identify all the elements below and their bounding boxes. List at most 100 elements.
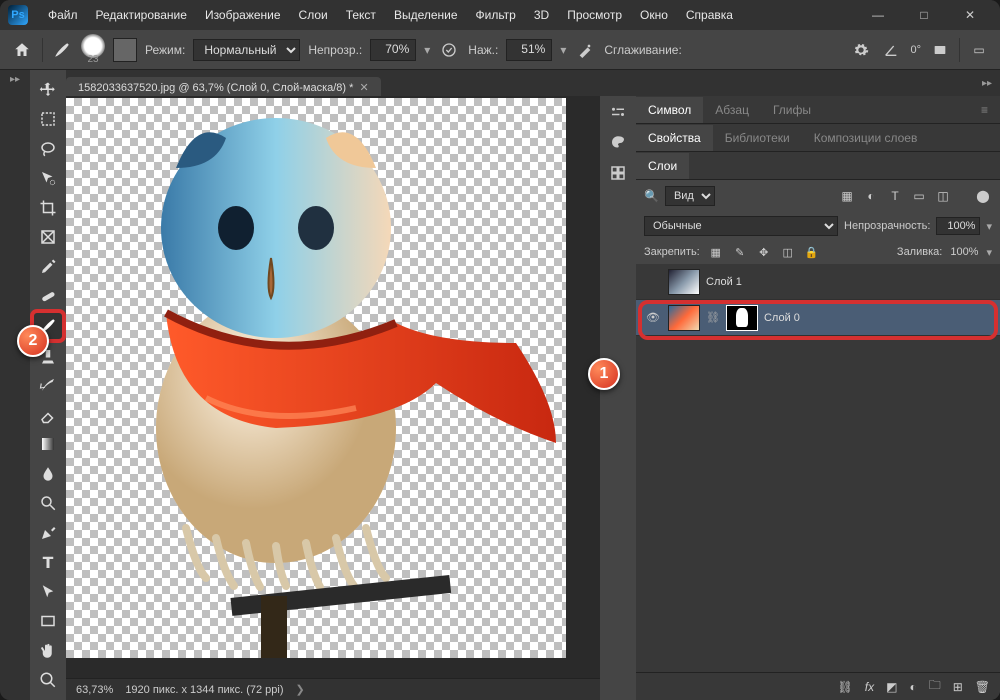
canvas-viewport[interactable] xyxy=(66,96,600,678)
menu-file[interactable]: Файл xyxy=(40,4,86,26)
maximize-button[interactable]: □ xyxy=(902,1,946,29)
swatches-icon[interactable] xyxy=(609,134,627,152)
filter-adjust-icon[interactable]: ◐ xyxy=(862,187,880,205)
collapse-right-icon[interactable]: ▸▸ xyxy=(982,78,992,89)
brush-panel-icon[interactable] xyxy=(113,38,137,62)
crop-tool[interactable] xyxy=(33,194,63,222)
type-tool[interactable] xyxy=(33,549,63,577)
brush-tool-preset-icon[interactable] xyxy=(51,39,73,61)
adjustments-icon[interactable] xyxy=(609,104,627,122)
angle-value[interactable]: 0° xyxy=(910,44,921,56)
history-brush-tool[interactable] xyxy=(33,371,63,399)
filter-shape-icon[interactable]: ▭ xyxy=(910,187,928,205)
menu-filter[interactable]: Фильтр xyxy=(468,4,524,26)
menu-image[interactable]: Изображение xyxy=(197,4,289,26)
gradient-tool[interactable] xyxy=(33,430,63,458)
new-layer-icon[interactable]: ⊞ xyxy=(953,680,963,694)
document-tab[interactable]: 1582033637520.jpg @ 63,7% (Слой 0, Слой-… xyxy=(66,77,381,96)
home-icon[interactable] xyxy=(10,38,34,62)
workspace-icon[interactable]: ▭ xyxy=(968,39,990,61)
lock-pixels-icon[interactable]: ▦ xyxy=(708,244,724,260)
move-tool[interactable] xyxy=(33,76,63,104)
pen-tool[interactable] xyxy=(33,519,63,547)
minimize-button[interactable]: — xyxy=(856,1,900,29)
dodge-tool[interactable] xyxy=(33,489,63,517)
blur-tool[interactable] xyxy=(33,460,63,488)
fill-value[interactable]: 100% xyxy=(950,246,978,258)
tab-libraries[interactable]: Библиотеки xyxy=(713,125,802,151)
menu-window[interactable]: Окно xyxy=(632,4,676,26)
opacity-value[interactable]: 70% xyxy=(370,39,416,61)
status-bar: 63,73% 1920 пикс. x 1344 пикс. (72 ppi) … xyxy=(66,678,600,700)
lasso-tool[interactable] xyxy=(33,135,63,163)
menu-view[interactable]: Просмотр xyxy=(559,4,630,26)
blend-mode-select[interactable]: Нормальный xyxy=(193,39,300,61)
close-button[interactable]: ✕ xyxy=(948,1,992,29)
lock-position-icon[interactable]: ✥ xyxy=(756,244,772,260)
layer-opacity-value[interactable]: 100% xyxy=(936,217,980,235)
canvas[interactable] xyxy=(66,98,566,658)
lock-all-icon[interactable]: 🔒 xyxy=(804,244,820,260)
mask-link-icon[interactable]: ⛓ xyxy=(706,311,720,324)
airbrush-icon[interactable] xyxy=(574,39,596,61)
frame-tool[interactable] xyxy=(33,224,63,252)
layer-thumbnail[interactable] xyxy=(668,269,700,295)
tab-close-icon[interactable]: ✕ xyxy=(359,81,368,94)
grid-icon[interactable] xyxy=(609,164,627,182)
tab-layers[interactable]: Слои xyxy=(636,153,689,179)
layer-row[interactable]: 👁 ⛓ Слой 0 xyxy=(636,300,1000,336)
adjustment-layer-icon[interactable]: ◐ xyxy=(909,680,916,694)
hand-tool[interactable] xyxy=(33,637,63,665)
statusbar-chevron-icon[interactable]: ❯ xyxy=(296,683,305,696)
lock-artboard-icon[interactable]: ◫ xyxy=(780,244,796,260)
panel-menu-icon[interactable]: ≡ xyxy=(969,97,1000,123)
layer-row[interactable]: Слой 1 xyxy=(636,264,1000,300)
rectangle-tool[interactable] xyxy=(33,608,63,636)
opacity-chevron-icon[interactable]: ▾ xyxy=(424,43,430,57)
pressure-opacity-icon[interactable] xyxy=(438,39,460,61)
gear-icon[interactable] xyxy=(850,39,872,61)
flow-value[interactable]: 51% xyxy=(506,39,552,61)
delete-layer-icon[interactable]: 🗑 xyxy=(975,680,990,694)
marquee-tool[interactable] xyxy=(33,106,63,134)
eyedropper-tool[interactable] xyxy=(33,253,63,281)
menu-edit[interactable]: Редактирование xyxy=(88,4,195,26)
tab-properties[interactable]: Свойства xyxy=(636,125,713,151)
blend-mode-layer-select[interactable]: Обычные xyxy=(644,216,838,236)
fx-icon[interactable]: fx xyxy=(865,680,874,694)
layer-name[interactable]: Слой 1 xyxy=(706,276,742,288)
filter-type-icon[interactable]: T xyxy=(886,187,904,205)
tab-paragraph[interactable]: Абзац xyxy=(703,97,761,123)
path-select-tool[interactable] xyxy=(33,578,63,606)
menu-help[interactable]: Справка xyxy=(678,4,741,26)
tab-symbol[interactable]: Символ xyxy=(636,97,703,123)
tab-glyphs[interactable]: Глифы xyxy=(761,97,823,123)
menu-layers[interactable]: Слои xyxy=(291,4,336,26)
link-layers-icon[interactable]: ⛓ xyxy=(838,680,853,694)
layer-name[interactable]: Слой 0 xyxy=(764,312,800,324)
menu-text[interactable]: Текст xyxy=(338,4,384,26)
layer-mask-thumbnail[interactable] xyxy=(726,305,758,331)
filter-toggle[interactable]: ⬤ xyxy=(974,187,992,205)
menu-3d[interactable]: 3D xyxy=(526,4,557,26)
healing-brush-tool[interactable] xyxy=(33,283,63,311)
quick-select-tool[interactable] xyxy=(33,165,63,193)
visibility-toggle[interactable] xyxy=(644,276,662,288)
lock-brush-icon[interactable]: ✎ xyxy=(732,244,748,260)
zoom-value[interactable]: 63,73% xyxy=(76,684,113,696)
layer-thumbnail[interactable] xyxy=(668,305,700,331)
zoom-tool[interactable] xyxy=(33,667,63,695)
mask-icon[interactable]: ◩ xyxy=(886,680,897,694)
visibility-toggle[interactable]: 👁 xyxy=(644,311,662,324)
layer-filter-kind[interactable]: Вид xyxy=(665,186,715,206)
filter-image-icon[interactable]: ▦ xyxy=(838,187,856,205)
flow-chevron-icon[interactable]: ▾ xyxy=(560,43,566,57)
filter-smart-icon[interactable]: ◫ xyxy=(934,187,952,205)
expand-left-icon[interactable]: ▸▸ xyxy=(10,74,20,85)
pressure-size-icon[interactable] xyxy=(929,39,951,61)
group-icon[interactable]: 🗀 xyxy=(929,676,941,697)
angle-icon[interactable] xyxy=(880,39,902,61)
tab-layer-comps[interactable]: Композиции слоев xyxy=(802,125,930,151)
menu-select[interactable]: Выделение xyxy=(386,4,466,26)
eraser-tool[interactable] xyxy=(33,401,63,429)
